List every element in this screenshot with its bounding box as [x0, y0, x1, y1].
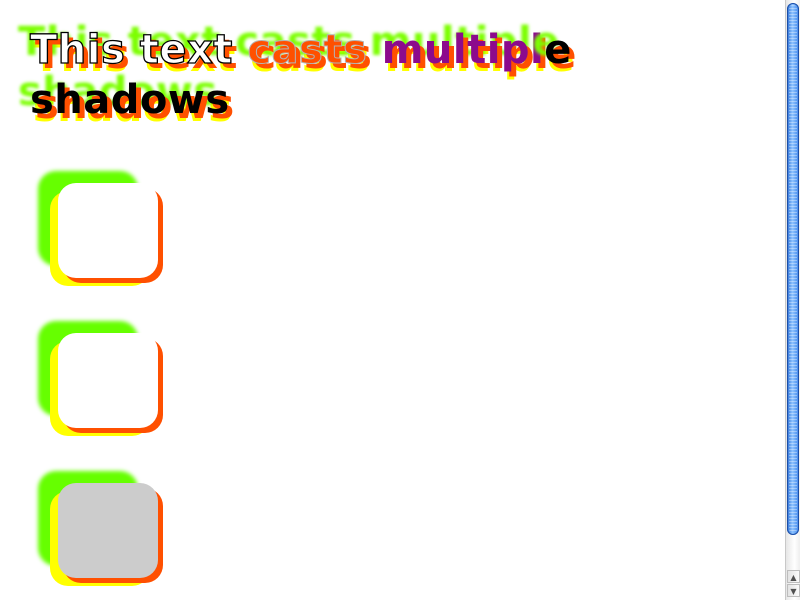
- shadow-box-3: [58, 483, 158, 578]
- heading-word-shadows: shadows: [30, 77, 230, 123]
- scrollbar-thumb[interactable]: [787, 3, 799, 535]
- shadow-box-1: [58, 183, 158, 278]
- heading-word-multiple: multipl: [381, 27, 545, 73]
- heading-word-e: e: [544, 27, 572, 73]
- shadow-text-heading: This text casts multiple shadows: [29, 25, 640, 125]
- shadow-box-2: [58, 333, 158, 428]
- page-viewport: This text casts multiple shadows: [0, 0, 785, 600]
- heading-word-this-text: This text: [29, 26, 233, 73]
- scroll-down-arrow-icon[interactable]: ▼: [787, 584, 800, 597]
- vertical-scrollbar[interactable]: ▲ ▼: [785, 0, 800, 600]
- scroll-up-arrow-icon[interactable]: ▲: [787, 570, 800, 583]
- heading-word-casts: casts: [247, 27, 368, 74]
